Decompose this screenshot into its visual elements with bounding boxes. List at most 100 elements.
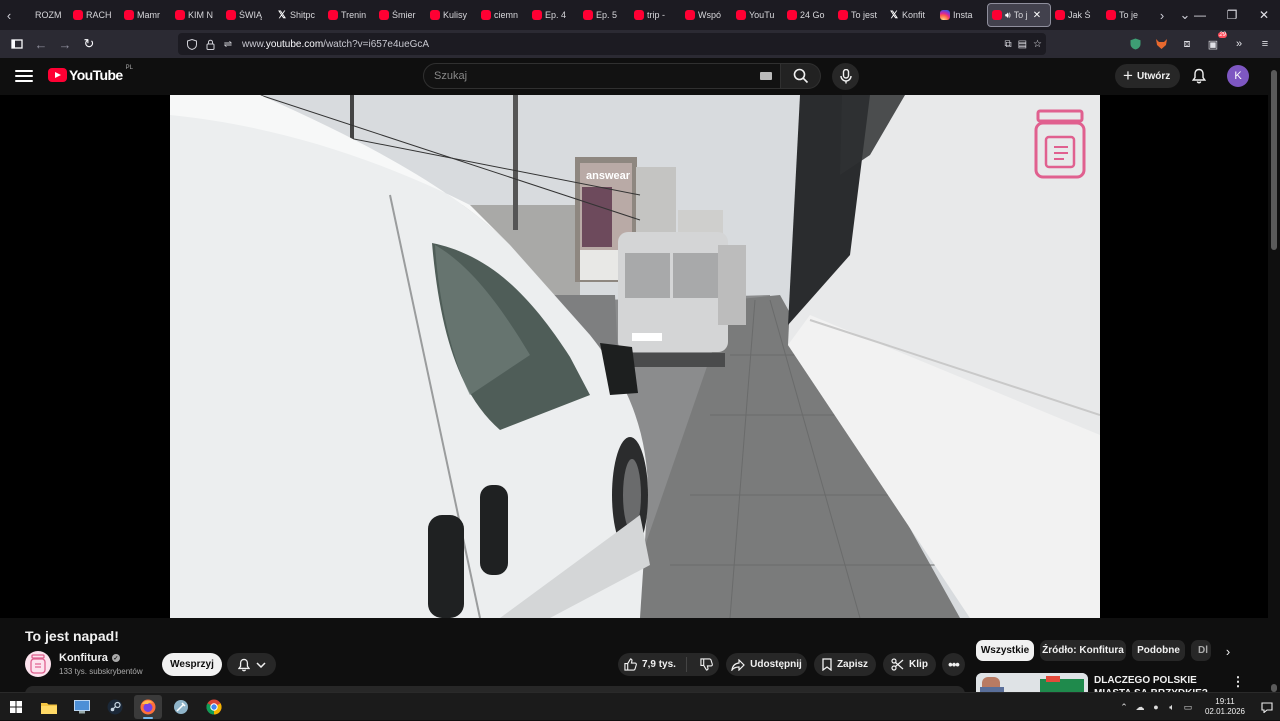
keyboard-icon[interactable] [760,72,772,80]
clip-button[interactable]: Klip [883,653,936,676]
browser-tab[interactable]: Trenin [324,3,375,27]
recommendation-thumbnail[interactable] [976,673,1088,693]
minimize-icon[interactable]: — [1184,0,1216,30]
notifications-button[interactable] [1189,66,1209,86]
scrollbar-thumb[interactable] [1271,70,1277,250]
forward-icon[interactable]: → [53,32,77,56]
support-button[interactable]: Wesprzyj [162,653,222,676]
fox-extension-icon[interactable] [1152,35,1170,53]
chevron-up-icon[interactable]: ⌃ [1116,702,1132,713]
search-input[interactable] [434,70,734,82]
reader-view-icon[interactable]: ▤ [1018,39,1027,50]
shield-extension-icon[interactable] [1126,35,1144,53]
browser-tab[interactable]: 24 Go [783,3,834,27]
permissions-icon[interactable]: ⇌ [220,39,236,50]
video-player[interactable]: answear [0,95,1268,618]
taskbar-file-explorer[interactable] [35,695,63,719]
tracking-protection-icon[interactable] [184,38,200,50]
youtube-icon [379,10,389,20]
speaker-icon[interactable]: 🔊︎ [1005,10,1011,21]
more-actions-button[interactable]: ••• [942,653,965,676]
chip-related[interactable]: Podobne [1132,640,1185,661]
notification-center-icon[interactable] [1254,701,1280,713]
browser-tab[interactable]: ŚWIĄ [222,3,273,27]
chevron-right-icon[interactable]: › [1218,641,1238,661]
browser-tab[interactable]: 𝕏 Konfit [885,3,936,27]
create-button[interactable]: + Utwórz [1115,64,1181,88]
browser-tab[interactable]: YouTu [732,3,783,27]
back-icon[interactable]: ← [29,32,53,56]
account-avatar[interactable]: K [1227,65,1249,87]
browser-tab-active[interactable]: 🔊︎ To j ✕ [987,3,1051,27]
tab-scroll-right-icon[interactable]: › [1153,0,1171,30]
guide-menu-icon[interactable] [15,68,33,84]
browser-tab[interactable]: KIM N [171,3,222,27]
close-tab-icon[interactable]: ✕ [1033,10,1041,21]
microphone-icon [839,69,852,84]
video-frame[interactable]: answear [170,95,1100,618]
share-button[interactable]: Udostępnij [726,653,807,676]
close-window-icon[interactable]: ✕ [1248,0,1280,30]
dislike-button[interactable] [692,658,713,671]
like-button[interactable]: 7,9 tys. [624,657,687,672]
app-menu-icon[interactable]: ≡ [1256,35,1274,53]
page-scrollbar[interactable] [1268,58,1280,692]
save-button[interactable]: Zapisz [814,653,876,676]
browser-tab[interactable]: ROZM [18,3,69,27]
addon-badge-icon[interactable]: ▣ 29 [1204,32,1227,53]
recommendation-title[interactable]: DLACZEGO POLSKIE MIASTA SĄ BRZYDKIE? [1094,674,1229,693]
taskbar-system-tool[interactable] [167,695,195,719]
volume-icon[interactable]: 🔈︎ [1164,702,1180,713]
youtube-icon [992,10,1002,20]
browser-tab-strip: ‹ ROZM RACH Mamr KIM N ŚWIĄ 𝕏 Shitpc Trenin Śmie… [0,0,1280,30]
taskbar-chrome[interactable] [200,695,228,719]
browser-tab[interactable]: Śmier [375,3,426,27]
picture-in-picture-icon[interactable]: ⧉ [1004,39,1011,50]
url-bar[interactable]: ⇌ www.youtube.com/watch?v=i657e4ueGcA ⧉ … [178,33,1046,55]
youtube-logo[interactable]: YouTube PL [48,65,133,83]
browser-tab[interactable]: Ep. 5 [579,3,630,27]
start-button[interactable] [2,695,30,719]
taskbar-clock[interactable]: 19:11 02.01.2026 [1200,697,1250,717]
taskbar-firefox[interactable] [134,695,162,719]
lock-icon[interactable] [202,39,218,50]
url-text[interactable]: www.youtube.com/watch?v=i657e4ueGcA [242,39,429,50]
browser-tab[interactable]: Wspó [681,3,732,27]
notification-preferences-button[interactable] [227,653,276,676]
share-arrow-icon [731,658,746,671]
browser-tab[interactable]: Insta [936,3,987,27]
voice-search-button[interactable] [832,63,859,90]
browser-tab[interactable]: RACH [69,3,120,27]
browser-tab[interactable]: Kulisy [426,3,477,27]
browser-tab[interactable]: To je [1102,3,1153,27]
extensions-puzzle-icon[interactable]: ⧈ [1178,35,1196,53]
network-icon[interactable]: ▭ [1180,702,1196,713]
chip-for-you[interactable]: Dl [1191,640,1211,661]
channel-name[interactable]: Konfitura ✓ [59,652,120,664]
restore-icon[interactable]: ❐ [1216,0,1248,30]
taskbar-steam[interactable] [101,695,129,719]
save-label: Zapisz [836,659,869,670]
chip-all[interactable]: Wszystkie [976,640,1034,661]
tab-scroll-left-icon[interactable]: ‹ [0,0,18,30]
taskbar-computer[interactable] [68,695,96,719]
reload-icon[interactable]: ↻ [77,32,101,56]
browser-tab[interactable]: Ep. 4 [528,3,579,27]
browser-tab[interactable]: ciemn [477,3,528,27]
chip-from-channel[interactable]: Źródło: Konfitura [1040,640,1126,661]
browser-tab[interactable]: trip - [630,3,681,27]
browser-tab[interactable]: Mamr [120,3,171,27]
more-vertical-icon[interactable]: ⋮ [1232,674,1245,690]
security-tray-icon[interactable]: ● [1148,702,1164,712]
search-button[interactable] [781,63,821,89]
browser-tab[interactable]: To jest [834,3,885,27]
bookmark-star-icon[interactable]: ☆ [1033,39,1042,50]
more-tools-icon[interactable]: » [1230,35,1248,53]
channel-avatar[interactable] [25,651,51,677]
sidebar-toggle-icon[interactable] [5,32,29,56]
browser-tab[interactable]: 𝕏 Shitpc [273,3,324,27]
channel-watermark-icon[interactable] [1034,107,1086,179]
youtube-icon [685,10,695,20]
browser-tab[interactable]: Jak Ś [1051,3,1102,27]
cloud-icon[interactable]: ☁ [1132,702,1148,713]
